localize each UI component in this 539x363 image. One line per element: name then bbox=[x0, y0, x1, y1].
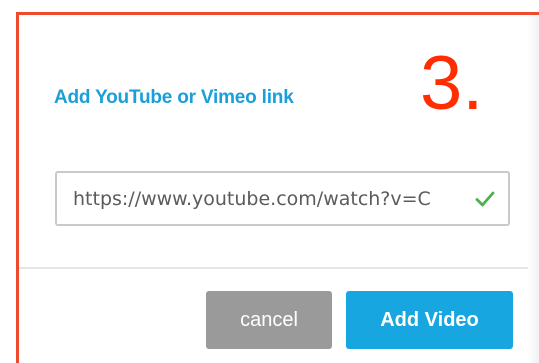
annotation-border-left bbox=[16, 12, 19, 363]
video-link-label: Add YouTube or Vimeo link bbox=[54, 87, 294, 108]
add-video-button[interactable]: Add Video bbox=[346, 291, 513, 349]
panel-edge-shadow bbox=[528, 15, 539, 363]
footer-divider bbox=[19, 267, 528, 269]
step-number-annotation: 3. bbox=[420, 41, 484, 126]
video-url-input[interactable]: https://www.youtube.com/watch?v=C bbox=[55, 171, 510, 226]
cancel-button[interactable]: cancel bbox=[206, 291, 332, 349]
video-url-value: https://www.youtube.com/watch?v=C bbox=[73, 187, 431, 210]
annotation-border-top bbox=[16, 12, 539, 15]
add-video-dialog: 3. Add YouTube or Vimeo link https://www… bbox=[0, 0, 539, 363]
check-icon bbox=[475, 191, 495, 206]
